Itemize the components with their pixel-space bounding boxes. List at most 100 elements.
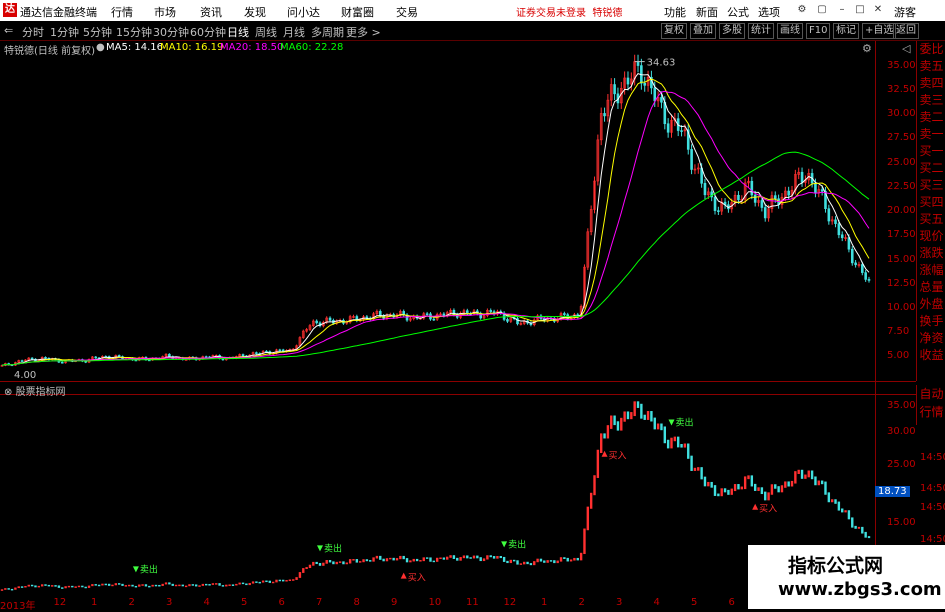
sell-signal-label: 卖出 xyxy=(675,416,693,428)
candle-body xyxy=(315,320,318,324)
maximize-icon[interactable]: □ xyxy=(853,3,867,17)
indicator-bar xyxy=(814,476,817,486)
indicator-bar xyxy=(583,528,586,555)
tab-duozhouqi[interactable]: 多周期 xyxy=(311,24,344,40)
tab-fenshi[interactable]: 分时 xyxy=(22,24,44,40)
indicator-bar xyxy=(235,583,238,586)
menu-shichang[interactable]: 市场 xyxy=(154,4,176,20)
indicator-bar xyxy=(57,585,61,588)
indicator-bar xyxy=(553,560,556,564)
arrow-icon[interactable]: ⇐ xyxy=(4,24,13,37)
menu-faxian[interactable]: 发现 xyxy=(244,4,266,20)
candle-body xyxy=(613,84,616,95)
indicator-bar xyxy=(64,586,67,589)
candle-body xyxy=(737,194,740,201)
indicator-bar xyxy=(747,475,750,480)
indicator-bar xyxy=(723,488,727,493)
indicator-bar xyxy=(543,560,546,563)
candle-body xyxy=(763,207,767,219)
zixuan-button[interactable]: +自选 xyxy=(862,23,897,39)
diejia-button[interactable]: 叠加 xyxy=(690,23,716,39)
close-icon[interactable]: ✕ xyxy=(871,3,885,17)
candle-body xyxy=(787,190,790,196)
menu-gongshi[interactable]: 公式 xyxy=(727,4,749,20)
menu-wenxiaoda[interactable]: 问小达 xyxy=(287,4,320,20)
menu-xuanxiang[interactable]: 选项 xyxy=(758,4,780,20)
huaxian-button[interactable]: 画线 xyxy=(777,23,803,39)
menu-gongneng[interactable]: 功能 xyxy=(664,4,686,20)
f10-button[interactable]: F10 xyxy=(806,23,831,39)
biaoji-button[interactable]: 标记 xyxy=(833,23,859,39)
tab-zhouxian[interactable]: 周线 xyxy=(255,24,277,40)
indicator-bar xyxy=(610,415,613,429)
price-chart[interactable]: 34.63 4.00 xyxy=(0,41,916,381)
indicator-bar xyxy=(603,433,606,439)
indicator-bar xyxy=(124,585,128,587)
side-mode-label[interactable]: 行情 xyxy=(917,403,945,421)
menu-hangqing[interactable]: 行情 xyxy=(111,4,133,20)
indicator-bar xyxy=(178,584,181,587)
indicator-bar xyxy=(496,555,499,559)
indicator-bar xyxy=(24,585,27,588)
indicator-bar xyxy=(827,492,831,503)
indicator-bar xyxy=(509,559,513,564)
indicator-bar xyxy=(27,584,30,587)
lock-icon[interactable]: ▢ xyxy=(815,3,829,17)
indicator-bar xyxy=(389,557,392,560)
indicator-bar xyxy=(653,417,656,430)
indicator-bar xyxy=(446,556,449,560)
skin-icon[interactable]: ⚙ xyxy=(795,3,809,17)
sell-arrow xyxy=(317,545,324,552)
tab-15min[interactable]: 15分钟 xyxy=(116,24,152,40)
indicator-bar xyxy=(623,411,626,422)
title-bar: 达 通达信金融终端 行情 市场 资讯 发现 问小达 财富圈 交易 证券交易未登录… xyxy=(0,0,945,21)
indicator-bar xyxy=(412,558,415,562)
fuquan-button[interactable]: 复权 xyxy=(661,23,687,39)
tab-rixian[interactable]: 日线 xyxy=(227,24,249,40)
indicator-bar xyxy=(352,559,355,561)
side-field-label: 买五 xyxy=(919,212,944,226)
indicator-bar xyxy=(218,583,221,586)
tab-more[interactable]: 更多 > xyxy=(346,24,381,40)
menu-xinmian[interactable]: 新面 xyxy=(696,4,718,20)
tab-yuexian[interactable]: 月线 xyxy=(283,24,305,40)
indicator-bar xyxy=(425,557,429,559)
tab-1min[interactable]: 1分钟 xyxy=(50,24,79,40)
menu-jiaoyi[interactable]: 交易 xyxy=(396,4,418,20)
candle-body xyxy=(278,349,282,352)
indicator-bar xyxy=(91,584,94,587)
indicator-bar xyxy=(308,564,312,569)
indicator-bar xyxy=(673,436,677,442)
candle-body xyxy=(827,208,831,222)
menu-zixun[interactable]: 资讯 xyxy=(200,4,222,20)
duogu-button[interactable]: 多股 xyxy=(719,23,745,39)
tab-60min[interactable]: 60分钟 xyxy=(190,24,226,40)
side-mode-label[interactable]: 自动 xyxy=(917,385,945,403)
indicator-bar xyxy=(17,586,20,589)
login-notice[interactable]: 证券交易未登录 特锐德 xyxy=(516,4,622,19)
tab-30min[interactable]: 30分钟 xyxy=(153,24,189,40)
buy-arrow xyxy=(752,503,759,510)
menu-caifuquan[interactable]: 财富圈 xyxy=(341,4,374,20)
minimize-icon[interactable]: – xyxy=(835,3,849,17)
side-field-label: 现价 xyxy=(919,229,944,243)
tongji-button[interactable]: 统计 xyxy=(748,23,774,39)
guest-label[interactable]: 游客 xyxy=(894,4,916,20)
tab-5min[interactable]: 5分钟 xyxy=(83,24,112,40)
indicator-bar xyxy=(526,561,529,565)
indicator-bar xyxy=(502,556,506,562)
indicator-bar xyxy=(790,480,794,487)
indicator-bar xyxy=(251,581,255,584)
indicator-bar xyxy=(74,586,77,588)
indicator-bar xyxy=(824,481,827,495)
indicator-bar xyxy=(492,556,496,559)
indicator-bar xyxy=(422,557,425,562)
indicator-bar xyxy=(720,488,723,497)
indicator-bar xyxy=(784,481,787,488)
indicator-bar xyxy=(616,421,620,431)
fanhui-button[interactable]: 返回 xyxy=(893,23,919,39)
candle-body xyxy=(94,356,98,359)
indicator-bar xyxy=(141,584,144,586)
indicator-bar xyxy=(573,557,576,561)
indicator-bar xyxy=(764,491,767,501)
